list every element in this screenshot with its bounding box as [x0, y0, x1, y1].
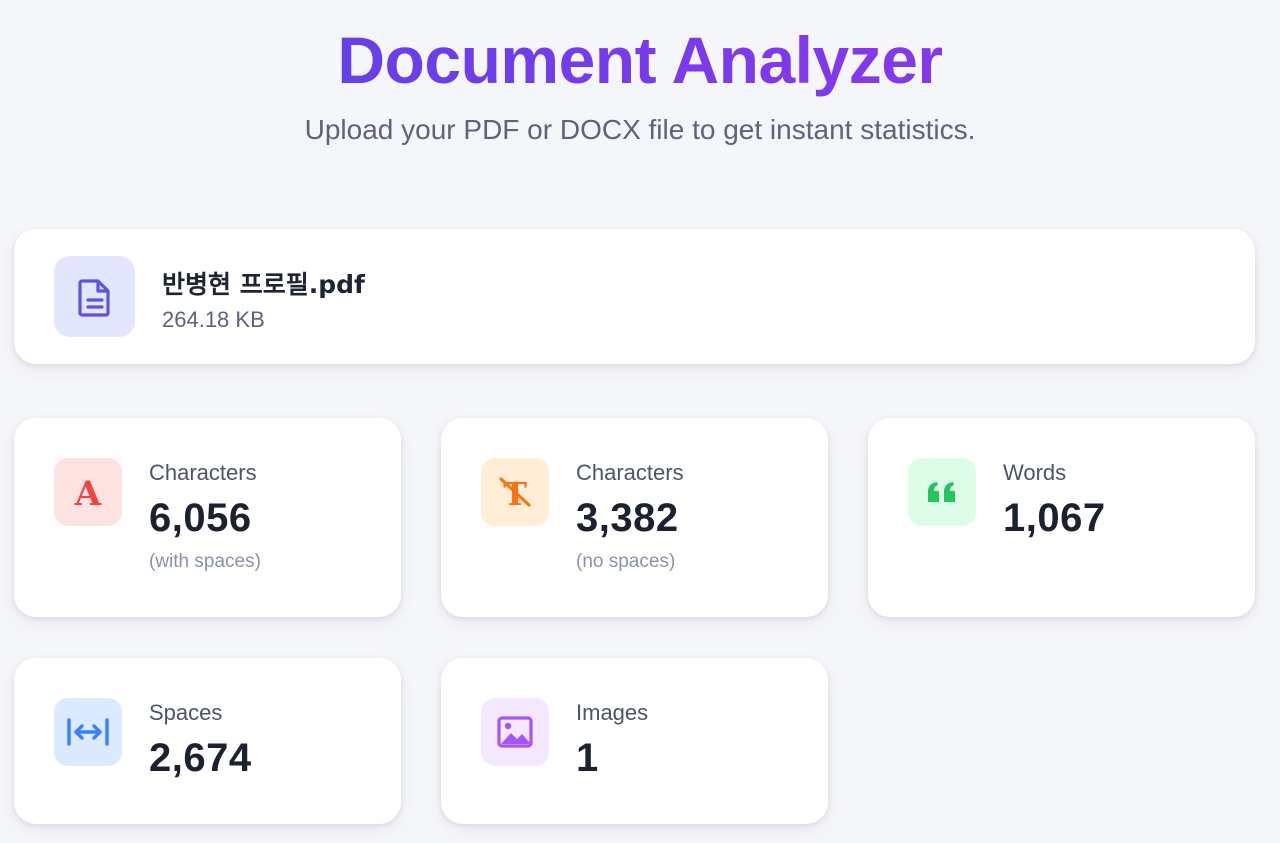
stat-card-characters-no-spaces: T Characters 3,382 (no spaces): [441, 418, 828, 617]
stat-card-words: Words 1,067: [868, 418, 1255, 617]
quote-icon: [908, 458, 976, 526]
stat-value: 3,382: [576, 496, 679, 540]
stat-value: 6,056: [149, 496, 252, 540]
stat-card-spaces: Spaces 2,674: [14, 658, 401, 824]
letter-a-icon: A: [54, 458, 122, 526]
stat-label: Spaces: [149, 700, 223, 725]
stat-card-characters-with-spaces: A Characters 6,056 (with spaces): [14, 418, 401, 617]
stat-value: 1: [576, 736, 599, 780]
stat-note: (no spaces): [576, 551, 676, 572]
stat-label: Characters: [576, 460, 684, 485]
stat-note: (with spaces): [149, 551, 261, 572]
document-analyzer-page: Document Analyzer Upload your PDF or DOC…: [0, 0, 1280, 843]
image-icon: [481, 698, 549, 766]
stat-label: Words: [1003, 460, 1067, 485]
svg-text:A: A: [74, 474, 102, 510]
file-name: 반병현 프로필.pdf: [162, 270, 365, 299]
stat-label: Images: [576, 700, 649, 725]
stat-card-images: Images 1: [441, 658, 828, 824]
file-text-icon: [54, 256, 135, 337]
text-strike-icon: T: [481, 458, 549, 526]
page-subtitle: Upload your PDF or DOCX file to get inst…: [304, 114, 976, 145]
stat-value: 2,674: [149, 736, 252, 780]
spacing-arrows-icon: [54, 698, 122, 766]
stat-value: 1,067: [1003, 496, 1106, 540]
page-title: Document Analyzer: [0, 22, 1280, 98]
file-size: 264.18 KB: [162, 307, 265, 332]
file-card: 반병현 프로필.pdf 264.18 KB: [14, 229, 1255, 364]
stat-label: Characters: [149, 460, 257, 485]
